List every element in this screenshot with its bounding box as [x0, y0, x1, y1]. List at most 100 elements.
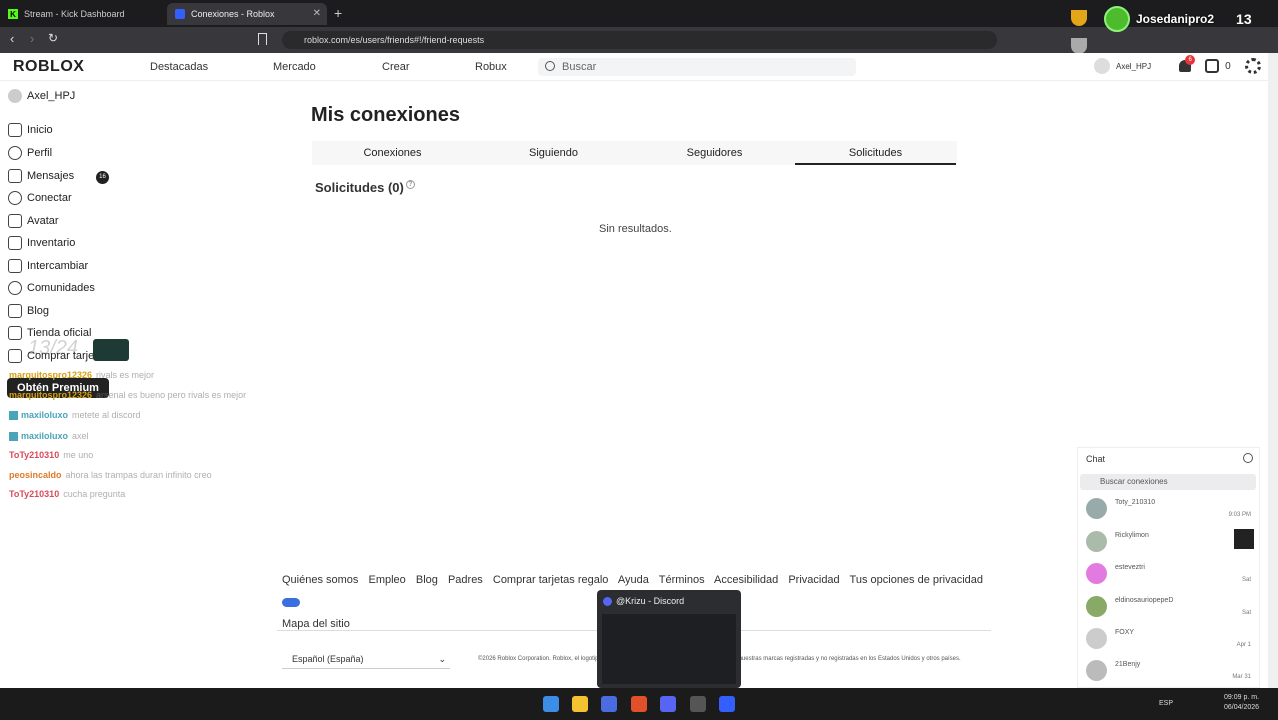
footer-link[interactable]: Comprar tarjetas regalo [493, 574, 609, 586]
chat-title: Chat [1086, 454, 1106, 464]
notification-badge: 6 [1185, 55, 1196, 65]
sidebar-item-conectar[interactable]: Conectar [8, 191, 72, 205]
footer-link[interactable]: Quiénes somos [282, 574, 358, 586]
notifications-bell-icon[interactable]: 6 [1179, 55, 1196, 72]
trophy-icon [1071, 38, 1087, 54]
privacy-toggle-icon [282, 597, 300, 607]
overlay-chat-line: marquitospro12326 rivals es mejor [9, 370, 155, 380]
header-right: Axel_HPJ 6 0 [1094, 55, 1261, 74]
footer-link[interactable]: Padres [448, 574, 483, 586]
sidebar-user[interactable]: Axel_HPJ [8, 89, 75, 103]
discord-preview[interactable]: @Krizu - Discord [597, 590, 741, 688]
overlay-chat-line: peosincaldo ahora las trampas duran infin… [9, 470, 212, 480]
brave-browser-icon[interactable] [631, 696, 647, 712]
person-icon [8, 146, 22, 160]
help-icon[interactable]: ? [405, 180, 415, 189]
thumbnail [1234, 529, 1254, 549]
footer-link[interactable]: Privacidad [788, 574, 839, 586]
sidebar-item-mensajes[interactable]: Mensajes [8, 169, 74, 183]
chat-panel: Chat Buscar conexiones Toty_210310 9:03 P… [1077, 447, 1260, 688]
trophy-icon [1071, 10, 1087, 26]
forward-icon[interactable]: › [30, 31, 34, 46]
reload-icon[interactable]: ↻ [48, 31, 58, 45]
footer-link[interactable]: Empleo [369, 574, 406, 586]
section-title: Solicitudes (0)? [315, 180, 415, 195]
robux-icon[interactable] [1205, 59, 1220, 73]
trade-icon [8, 259, 22, 273]
gift-card-icon [8, 349, 22, 363]
avatar [1086, 498, 1107, 519]
close-tab-icon[interactable]: ✕ [313, 8, 321, 19]
chat-contact[interactable]: FOXY Apr 1 [1086, 628, 1254, 658]
cart-icon [8, 326, 22, 340]
sidebar-item-intercambiar[interactable]: Intercambiar [8, 259, 88, 273]
footer-link[interactable]: Mapa del sitio [282, 618, 350, 630]
people-icon [8, 191, 22, 205]
chat-contact[interactable]: 21Benjy Mar 31 [1086, 660, 1254, 690]
clock-time[interactable]: 09:09 p. m. [1224, 694, 1259, 701]
new-tab-button[interactable]: + [334, 5, 342, 21]
sidebar-item-avatar[interactable]: Avatar [8, 214, 59, 228]
chat-badge-icon [9, 432, 18, 442]
nav-mercado[interactable]: Mercado [273, 61, 316, 73]
url-field[interactable]: roblox.com/es/users/friends#!/friend-req… [282, 31, 997, 49]
discord-thumbnail [602, 614, 736, 684]
scrollbar[interactable] [1268, 53, 1278, 688]
roblox-logo[interactable]: ROBLOX [13, 58, 84, 76]
roblox-icon[interactable] [719, 696, 735, 712]
avatar [1086, 563, 1107, 584]
tab-solicitudes[interactable]: Solicitudes [795, 141, 956, 165]
back-icon[interactable]: ‹ [10, 31, 14, 46]
chat-search-input[interactable]: Buscar conexiones [1080, 474, 1256, 490]
sidebar-item-blog[interactable]: Blog [8, 304, 49, 318]
header-username[interactable]: Axel_HPJ [1116, 62, 1151, 71]
stream-overlay-user: Josedanipro2 13 [1104, 6, 1252, 32]
avatar [1104, 6, 1130, 32]
nav-destacadas[interactable]: Destacadas [150, 61, 208, 73]
language-select[interactable]: Español (España) ⌄ [282, 649, 450, 669]
chat-settings-icon[interactable] [1243, 453, 1253, 463]
sidebar-item-inventario[interactable]: Inventario [8, 236, 75, 250]
sidebar-item-inicio[interactable]: Inicio [8, 123, 53, 137]
app-icon[interactable] [601, 696, 617, 712]
avatar [1086, 660, 1107, 681]
discord-icon[interactable] [660, 696, 676, 712]
chat-contact[interactable]: Toty_210310 9:03 PM [1086, 498, 1254, 528]
home-icon [8, 123, 22, 137]
overlay-widget [93, 339, 129, 361]
search-input[interactable]: Buscar [538, 58, 856, 76]
sidebar-item-perfil[interactable]: Perfil [8, 146, 52, 160]
chat-contact[interactable]: eldinosauriopepeD Sat [1086, 596, 1254, 626]
sidebar: Axel_HPJ Inicio Perfil Mensajes 16 Conec… [0, 81, 129, 688]
lock-icon [8, 236, 22, 250]
footer-link[interactable]: Blog [416, 574, 438, 586]
chat-contact[interactable]: esteveztri Sat [1086, 563, 1254, 593]
footer-link[interactable]: Términos [659, 574, 705, 586]
avatar [1086, 596, 1107, 617]
tab-conexiones[interactable]: Conexiones [312, 141, 473, 165]
overlay-chat-line: ToTy210310 cucha pregunta [9, 489, 126, 499]
chat-contact[interactable]: Rickylimon [1086, 529, 1254, 561]
nav-crear[interactable]: Crear [382, 61, 410, 73]
gear-icon[interactable] [1244, 58, 1261, 74]
overlay-counter: 13/24 [28, 337, 79, 359]
overlay-chat-line: maxiloluxo metete al discord [9, 410, 141, 421]
robux-balance: 0 [1225, 60, 1231, 72]
windows-taskbar: ESP 09:09 p. m. 06/04/2026 [0, 688, 1278, 720]
sidebar-item-comunidades[interactable]: Comunidades [8, 281, 95, 295]
tab-roblox[interactable]: Conexiones - Roblox ✕ [167, 3, 327, 25]
footer-link[interactable]: Accesibilidad [714, 574, 778, 586]
footer-link[interactable]: Ayuda [618, 574, 649, 586]
windows-start-icon[interactable] [543, 696, 559, 712]
language-indicator[interactable]: ESP [1159, 700, 1173, 707]
file-explorer-icon[interactable] [572, 696, 588, 712]
nav-robux[interactable]: Robux [475, 61, 507, 73]
tab-seguidores[interactable]: Seguidores [634, 141, 795, 165]
messages-badge: 16 [96, 171, 109, 184]
tab-kick-dashboard[interactable]: K Stream - Kick Dashboard [0, 3, 160, 25]
app-icon[interactable] [690, 696, 706, 712]
avatar[interactable] [1094, 58, 1110, 74]
bookmark-icon[interactable] [258, 33, 267, 45]
tab-siguiendo[interactable]: Siguiendo [473, 141, 634, 165]
clock-date[interactable]: 06/04/2026 [1224, 704, 1259, 711]
